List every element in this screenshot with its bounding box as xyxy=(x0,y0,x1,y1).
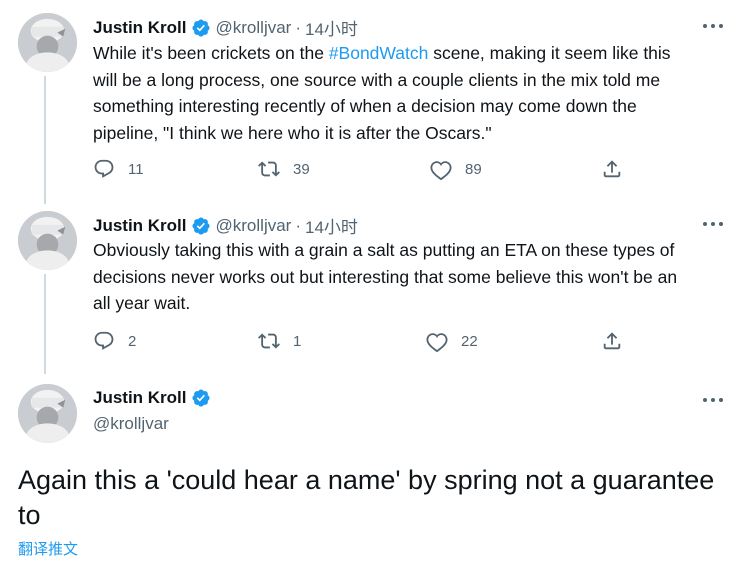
separator-dot: · xyxy=(295,17,302,37)
share-button[interactable] xyxy=(601,158,623,180)
retweet-button[interactable]: 39 xyxy=(258,158,310,180)
tweet-header: Justin Kroll @krolljvar · 14小时 xyxy=(93,15,358,40)
author-name[interactable]: Justin Kroll xyxy=(93,216,187,236)
retweet-button[interactable]: 1 xyxy=(258,330,301,352)
heart-icon xyxy=(426,333,448,352)
verified-badge-icon xyxy=(191,216,210,235)
avatar[interactable] xyxy=(18,384,77,443)
thread-line xyxy=(44,274,46,374)
more-dots-icon[interactable] xyxy=(703,397,723,403)
like-count: 89 xyxy=(465,160,482,178)
share-icon xyxy=(603,160,621,178)
retweet-icon xyxy=(258,333,280,349)
tweet-text: While it's been crickets on the #BondWat… xyxy=(93,40,733,146)
like-button[interactable]: 22 xyxy=(426,330,478,352)
avatar[interactable] xyxy=(18,211,77,270)
retweet-count: 39 xyxy=(293,160,310,178)
tweet-actions: 11 39 89 xyxy=(93,158,633,182)
reply-count: 2 xyxy=(128,332,137,350)
hashtag-link[interactable]: #BondWatch xyxy=(329,43,429,63)
author-handle[interactable]: @krolljvar xyxy=(216,216,292,236)
reply-count: 11 xyxy=(128,160,144,178)
like-button[interactable]: 89 xyxy=(430,158,482,180)
author-handle[interactable]: @krolljvar xyxy=(93,414,216,434)
main-name-row: Justin Kroll xyxy=(93,388,216,408)
reply-button[interactable]: 2 xyxy=(93,330,136,352)
heart-icon xyxy=(430,161,452,180)
main-tweet-text: Again this a 'could hear a name' by spri… xyxy=(18,465,715,530)
tweet-text-part: While it's been crickets on the xyxy=(93,43,329,63)
tweet-text: Obviously taking this with a grain a sal… xyxy=(93,240,678,313)
tweet-header: Justin Kroll @krolljvar · 14小时 xyxy=(93,213,358,238)
reply-button[interactable]: 11 xyxy=(93,158,144,180)
avatar-image xyxy=(18,211,77,270)
share-icon xyxy=(603,332,621,350)
author-name[interactable]: Justin Kroll xyxy=(93,388,187,408)
avatar-image xyxy=(18,13,77,72)
share-button[interactable] xyxy=(601,330,623,352)
tweet-actions: 2 1 22 xyxy=(93,330,633,354)
translate-tweet-link[interactable]: 翻译推文 xyxy=(18,538,78,559)
retweet-count: 1 xyxy=(293,332,302,350)
verified-badge-icon xyxy=(191,389,210,407)
tweet-thread: Justin Kroll @krolljvar · 14小时 While it'… xyxy=(0,0,741,573)
tweet-time[interactable]: 14小时 xyxy=(305,15,358,40)
thread-line xyxy=(44,76,46,204)
like-count: 22 xyxy=(461,332,478,350)
more-dots-icon[interactable] xyxy=(703,23,723,29)
author-name[interactable]: Justin Kroll xyxy=(93,18,187,38)
verified-badge-icon xyxy=(191,18,210,37)
separator-dot: · xyxy=(295,215,302,235)
author-handle[interactable]: @krolljvar xyxy=(216,18,292,38)
main-tweet-author: Justin Kroll @krolljvar xyxy=(93,388,216,434)
avatar-image xyxy=(18,384,77,443)
reply-icon xyxy=(94,159,114,178)
more-dots-icon[interactable] xyxy=(703,221,723,227)
avatar[interactable] xyxy=(18,13,77,72)
reply-icon xyxy=(94,331,114,350)
tweet-time[interactable]: 14小时 xyxy=(305,213,358,238)
retweet-icon xyxy=(258,161,280,177)
